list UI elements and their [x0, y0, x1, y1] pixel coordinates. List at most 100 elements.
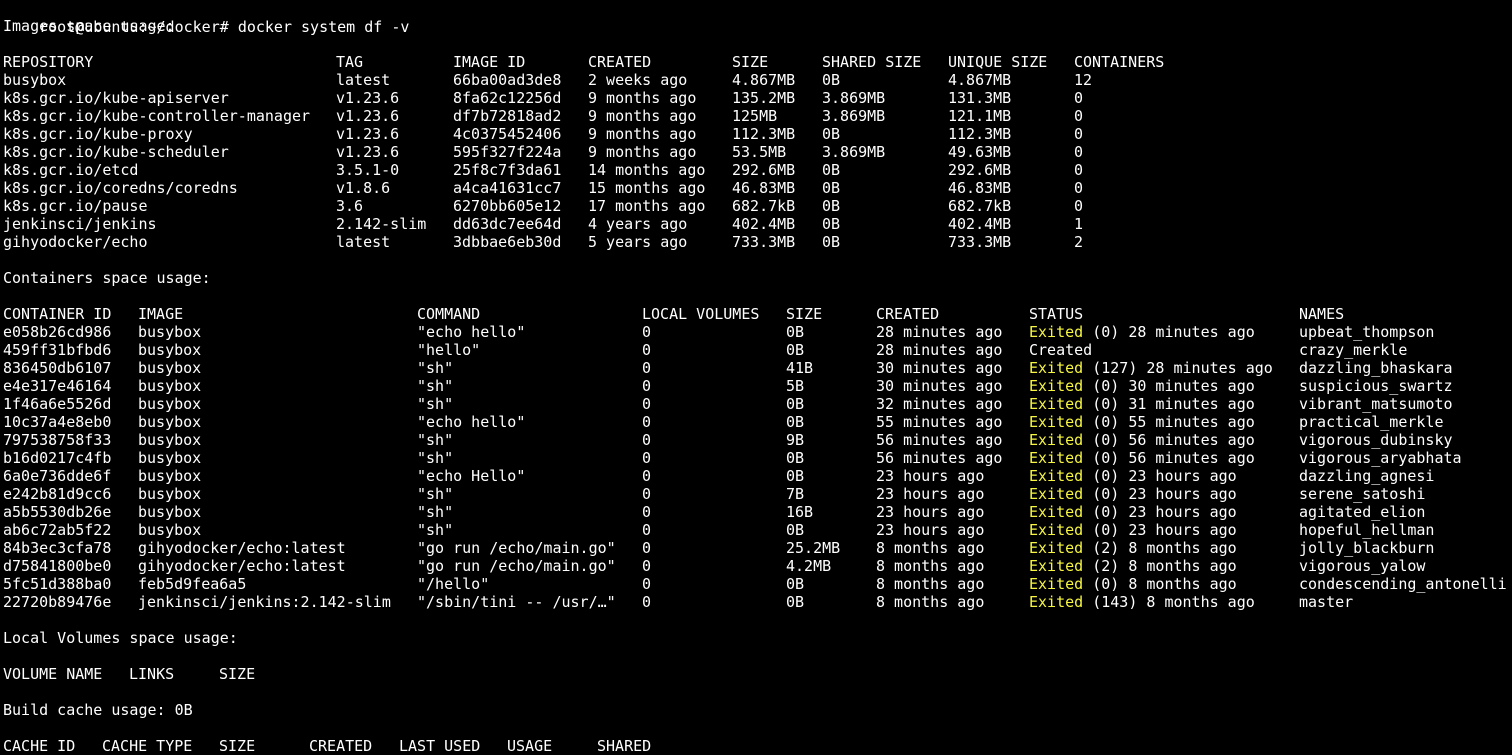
container-cell-created: 23 hours ago [876, 485, 985, 503]
container-cell-command: "sh" [417, 377, 454, 395]
status-detail: (0) 56 minutes ago [1083, 449, 1255, 467]
status-exited-word: Exited [1029, 593, 1084, 611]
status-exited-word: Exited [1029, 485, 1084, 503]
container-cell-names: crazy_merkle [1299, 341, 1408, 359]
status-detail: (0) 55 minutes ago [1083, 413, 1255, 431]
container-cell-created: 8 months ago [876, 593, 985, 611]
container-cell-container-id: 22720b89476e [3, 593, 112, 611]
status-exited-word: Exited [1029, 323, 1084, 341]
image-cell-repository: k8s.gcr.io/kube-scheduler [3, 143, 229, 161]
container-cell-created: 8 months ago [876, 539, 985, 557]
image-cell-shared-size: 3.869MB [822, 107, 886, 125]
container-cell-created: 23 hours ago [876, 521, 985, 539]
containers-header-container-id: CONTAINER ID [3, 305, 112, 323]
command-text: docker system df -v [237, 18, 410, 36]
container-cell-container-id: 10c37a4e8eb0 [3, 413, 112, 431]
container-cell-names: practical_merkle [1299, 413, 1444, 431]
container-cell-status: Exited (0) 30 minutes ago [1029, 377, 1255, 395]
image-cell-tag: latest [336, 71, 391, 89]
status-detail: (2) 8 months ago [1083, 539, 1237, 557]
status-detail: (0) 8 months ago [1083, 575, 1237, 593]
container-cell-image: busybox [138, 485, 202, 503]
image-cell-image-id: 66ba00ad3de8 [453, 71, 562, 89]
image-cell-shared-size: 0B [822, 125, 841, 143]
container-cell-image: busybox [138, 359, 202, 377]
cache-header-shared: SHARED [597, 737, 652, 755]
image-cell-tag: 2.142-slim [336, 215, 427, 233]
container-cell-command: "sh" [417, 449, 454, 467]
volumes-header-links: LINKS [129, 665, 175, 683]
container-row: e058b26cd986 busybox "echo hello" 0 0B 28 min… [0, 323, 1512, 341]
container-cell-command: "sh" [417, 395, 454, 413]
container-cell-local-volumes: 0 [642, 431, 652, 449]
images-header-shared-size: SHARED SIZE [822, 53, 922, 71]
image-row: busybox latest 66ba00ad3de8 2 weeks ago 4.86… [0, 71, 1512, 89]
container-cell-command: "sh" [417, 521, 454, 539]
containers-header-size: SIZE [786, 305, 823, 323]
image-cell-created: 14 months ago [588, 161, 706, 179]
images-header-row: REPOSITORY TAG IMAGE ID CREATED SIZE SHARED S… [0, 53, 1512, 71]
container-cell-container-id: 5fc51d388ba0 [3, 575, 112, 593]
status-detail: (143) 8 months ago [1083, 593, 1255, 611]
image-cell-containers: 0 [1074, 89, 1084, 107]
image-cell-shared-size: 0B [822, 161, 841, 179]
cache-header-created: CREATED [309, 737, 373, 755]
image-cell-containers: 0 [1074, 161, 1084, 179]
container-row: 797538758f33 busybox "sh" 0 9B 56 minutes ago… [0, 431, 1512, 449]
container-cell-status: Created [1029, 341, 1092, 359]
container-cell-names: serene_satoshi [1299, 485, 1426, 503]
image-cell-unique-size: 402.4MB [948, 215, 1012, 233]
container-cell-local-volumes: 0 [642, 485, 652, 503]
container-cell-status: Exited (127) 28 minutes ago [1029, 359, 1273, 377]
container-cell-image: busybox [138, 503, 202, 521]
container-cell-status: Exited (0) 23 hours ago [1029, 485, 1237, 503]
terminal-window[interactable]: root@ubuntu:~/docker# docker system df -… [0, 0, 1512, 755]
image-cell-containers: 2 [1074, 233, 1084, 251]
image-cell-repository: gihyodocker/echo [3, 233, 148, 251]
container-cell-names: master [1299, 593, 1354, 611]
container-cell-status: Exited (0) 8 months ago [1029, 575, 1237, 593]
containers-section-title: Containers space usage: [3, 269, 211, 287]
containers-header-local-volumes: LOCAL VOLUMES [642, 305, 760, 323]
status-detail: (0) 28 minutes ago [1083, 323, 1255, 341]
container-cell-status: Exited (0) 23 hours ago [1029, 467, 1237, 485]
image-cell-image-id: 6270bb605e12 [453, 197, 562, 215]
image-cell-unique-size: 46.83MB [948, 179, 1012, 197]
container-cell-image: gihyodocker/echo:latest [138, 557, 346, 575]
container-cell-image: busybox [138, 377, 202, 395]
image-cell-repository: jenkinsci/jenkins [3, 215, 157, 233]
image-cell-repository: k8s.gcr.io/pause [3, 197, 148, 215]
containers-header-image: IMAGE [138, 305, 184, 323]
images-header-unique-size: UNIQUE SIZE [948, 53, 1048, 71]
container-cell-container-id: e4e317e46164 [3, 377, 112, 395]
container-cell-size: 0B [786, 449, 805, 467]
container-cell-created: 8 months ago [876, 557, 985, 575]
container-row: ab6c72ab5f22 busybox "sh" 0 0B 23 hours ago Ex… [0, 521, 1512, 539]
status-detail: Created [1029, 341, 1093, 359]
container-cell-container-id: b16d0217c4fb [3, 449, 112, 467]
containers-header-names: NAMES [1299, 305, 1345, 323]
status-detail: (0) 31 minutes ago [1083, 395, 1255, 413]
container-row: e242b81d9cc6 busybox "sh" 0 7B 23 hours ago Ex… [0, 485, 1512, 503]
cache-header-cache-type: CACHE TYPE [102, 737, 193, 755]
container-cell-created: 56 minutes ago [876, 449, 1003, 467]
image-cell-unique-size: 49.63MB [948, 143, 1012, 161]
container-cell-created: 28 minutes ago [876, 323, 1003, 341]
image-cell-created: 2 weeks ago [588, 71, 688, 89]
containers-header-command: COMMAND [417, 305, 481, 323]
image-cell-shared-size: 0B [822, 71, 841, 89]
image-row: k8s.gcr.io/pause 3.6 6270bb605e12 17 months… [0, 197, 1512, 215]
container-cell-names: suspicious_swartz [1299, 377, 1453, 395]
container-cell-size: 5B [786, 377, 805, 395]
image-cell-created: 9 months ago [588, 107, 697, 125]
images-header-containers: CONTAINERS [1074, 53, 1165, 71]
container-cell-created: 30 minutes ago [876, 377, 1003, 395]
image-cell-unique-size: 112.3MB [948, 125, 1012, 143]
status-exited-word: Exited [1029, 539, 1084, 557]
image-cell-image-id: a4ca41631cc7 [453, 179, 562, 197]
image-cell-shared-size: 0B [822, 233, 841, 251]
container-cell-local-volumes: 0 [642, 377, 652, 395]
image-row: k8s.gcr.io/kube-proxy v1.23.6 4c0375452406… [0, 125, 1512, 143]
image-cell-containers: 12 [1074, 71, 1093, 89]
container-cell-command: "go run /echo/main.go" [417, 539, 616, 557]
